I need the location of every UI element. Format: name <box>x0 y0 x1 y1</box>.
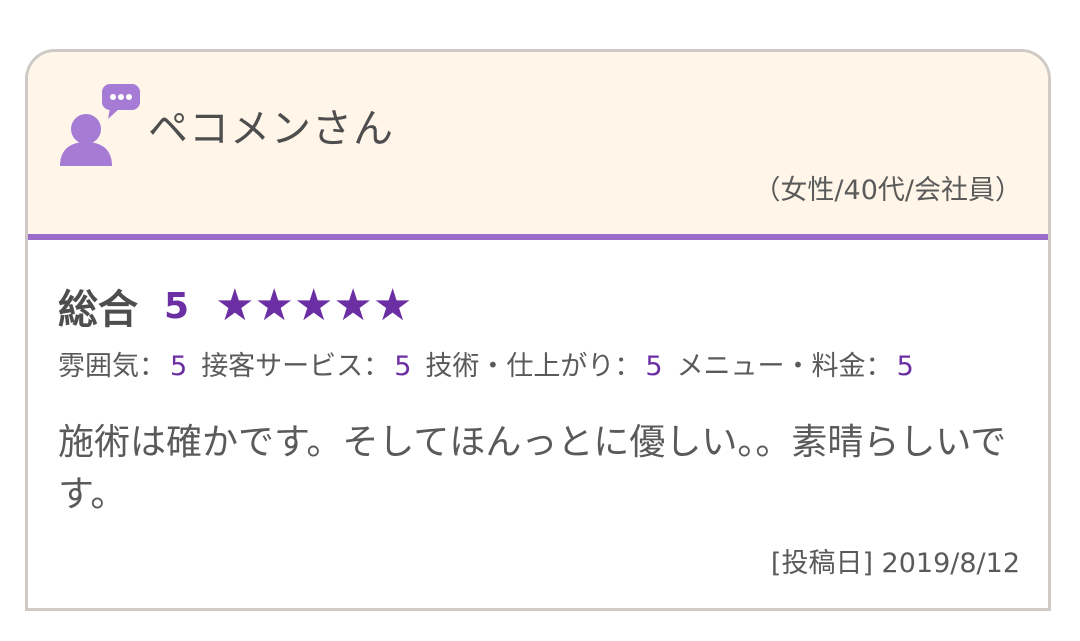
review-comment: 施術は確かです。そしてほんっとに優しい。。素晴らしいです。 <box>58 422 1007 515</box>
overall-label: 総合 <box>58 287 138 333</box>
review-header: ペコメンさん （女性/40代/会社員） <box>28 52 1048 240</box>
star-icon: ★ <box>215 280 255 331</box>
subscore-atmosphere: 雰囲気： 5 <box>58 344 187 383</box>
subscore-label: 雰囲気： <box>58 351 166 382</box>
subscore-label: メニュー・料金： <box>676 351 893 382</box>
reviewer-profile: （女性/40代/会社員） <box>753 175 1022 206</box>
overall-rating: 総合 5 ★ ★ ★ ★ ★ <box>58 277 412 335</box>
subscore-list: 雰囲気： 5 接客サービス： 5 技術・仕上がり： 5 メニュー・料金： 5 <box>58 344 928 383</box>
subscore-label: 接客サービス： <box>201 351 391 382</box>
subscore-label: 技術・仕上がり： <box>425 351 642 382</box>
star-icon: ★ <box>254 280 294 331</box>
post-date: [投稿日] 2019/8/12 <box>770 548 1020 579</box>
star-icon: ★ <box>372 280 413 331</box>
subscore-service: 接客サービス： 5 <box>201 344 411 383</box>
subscore-menu-price: メニュー・料金： 5 <box>677 344 914 383</box>
overall-score: 5 <box>164 285 190 327</box>
subscore-value: 5 <box>170 351 188 382</box>
star-icon: ★ <box>293 280 334 331</box>
subscore-value: 5 <box>645 351 663 382</box>
subscore-technique: 技術・仕上がり： 5 <box>425 344 662 383</box>
subscore-value: 5 <box>394 351 412 382</box>
reviewer-name: ペコメンさん <box>148 106 394 152</box>
user-speech-icon <box>60 84 140 166</box>
card-divider <box>25 608 1051 611</box>
subscore-value: 5 <box>896 351 914 382</box>
review-card: ペコメンさん （女性/40代/会社員） 総合 5 ★ ★ ★ ★ ★ 雰囲気： 5… <box>25 49 1051 609</box>
star-rating: ★ ★ ★ ★ ★ <box>215 284 412 328</box>
star-icon: ★ <box>333 280 373 331</box>
